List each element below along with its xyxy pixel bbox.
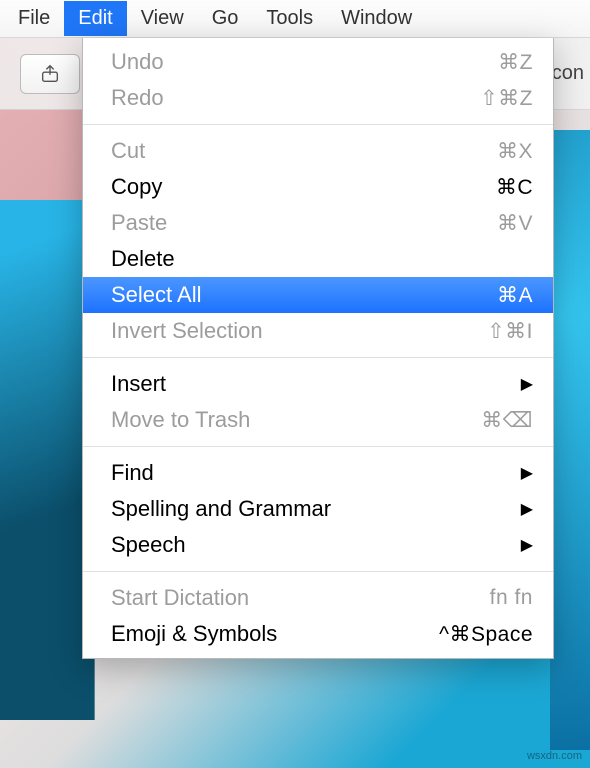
menu-item-label: Move to Trash [111,407,481,433]
menu-paste[interactable]: Paste ⌘V [83,205,553,241]
menu-move-to-trash[interactable]: Move to Trash ⌘⌫ [83,402,553,438]
menu-file[interactable]: File [4,1,64,36]
menu-view[interactable]: View [127,1,198,36]
menu-item-label: Copy [111,174,496,200]
submenu-arrow-icon: ▶ [521,374,533,394]
menu-emoji-symbols[interactable]: Emoji & Symbols ^⌘Space [83,616,553,652]
menu-item-label: Start Dictation [111,585,490,611]
menu-redo[interactable]: Redo ⇧⌘Z [83,80,553,116]
menu-delete[interactable]: Delete [83,241,553,277]
menu-item-shortcut: ^⌘Space [439,622,533,647]
menu-item-shortcut: ⌘Z [498,50,533,75]
menu-item-shortcut: ⌘V [497,211,533,236]
share-button[interactable] [20,54,80,94]
menu-undo[interactable]: Undo ⌘Z [83,44,553,80]
menu-invert-selection[interactable]: Invert Selection ⇧⌘I [83,313,553,349]
menu-speech[interactable]: Speech ▶ [83,527,553,563]
menu-item-shortcut: ⌘⌫ [481,408,533,433]
menu-go[interactable]: Go [198,1,253,36]
menu-cut[interactable]: Cut ⌘X [83,133,553,169]
menu-item-label: Emoji & Symbols [111,621,439,647]
menu-item-label: Paste [111,210,497,236]
menu-item-label: Cut [111,138,497,164]
submenu-arrow-icon: ▶ [521,463,533,483]
menu-item-label: Insert [111,371,521,397]
menu-item-label: Speech [111,532,521,558]
menu-separator [83,357,553,358]
menu-item-shortcut: ⌘C [496,175,533,200]
edit-dropdown: Undo ⌘Z Redo ⇧⌘Z Cut ⌘X Copy ⌘C Paste ⌘V… [82,38,554,659]
menu-item-label: Undo [111,49,498,75]
menu-find[interactable]: Find ▶ [83,455,553,491]
menu-item-shortcut: ⇧⌘Z [480,86,533,111]
toolbar-right-hint: con [552,62,590,85]
menu-item-shortcut: ⌘A [497,283,533,308]
menu-item-shortcut: ⇧⌘I [487,319,533,344]
menu-window[interactable]: Window [327,1,426,36]
submenu-arrow-icon: ▶ [521,499,533,519]
menu-copy[interactable]: Copy ⌘C [83,169,553,205]
menu-insert[interactable]: Insert ▶ [83,366,553,402]
menu-item-label: Select All [111,282,497,308]
menu-separator [83,446,553,447]
menu-item-label: Redo [111,85,480,111]
menu-select-all[interactable]: Select All ⌘A [83,277,553,313]
menu-start-dictation[interactable]: Start Dictation fn fn [83,580,553,616]
submenu-arrow-icon: ▶ [521,535,533,555]
watermark: wsxdn.com [527,750,582,762]
menu-item-shortcut: ⌘X [497,139,533,164]
menu-spelling-grammar[interactable]: Spelling and Grammar ▶ [83,491,553,527]
menu-bar: File Edit View Go Tools Window [0,0,590,38]
menu-item-label: Invert Selection [111,318,487,344]
menu-item-label: Spelling and Grammar [111,496,521,522]
menu-separator [83,571,553,572]
menu-tools[interactable]: Tools [252,1,327,36]
menu-edit[interactable]: Edit [64,1,126,36]
share-icon [39,63,61,85]
menu-separator [83,124,553,125]
menu-item-label: Find [111,460,521,486]
menu-item-label: Delete [111,246,533,272]
menu-item-shortcut: fn fn [490,586,533,610]
